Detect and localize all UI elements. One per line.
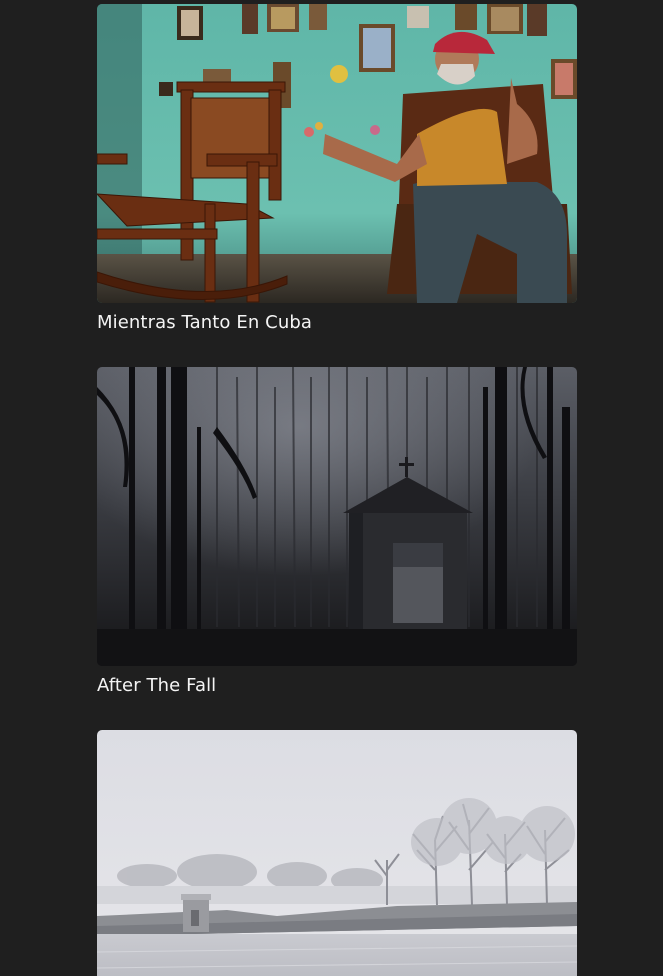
old-man-in-rocking-chair-photo [97,4,577,303]
frosty-field-trees-photo [97,730,577,976]
project-thumbnail[interactable] [97,4,577,303]
burnt-forest-chapel-photo [97,367,577,666]
project-card[interactable]: After The Fall [97,367,577,697]
project-title[interactable]: After The Fall [97,675,577,697]
project-thumbnail[interactable] [97,367,577,666]
project-title[interactable]: Mientras Tanto En Cuba [97,312,577,334]
project-thumbnail[interactable] [97,730,577,976]
project-card[interactable]: Mientras Tanto En Cuba [97,4,577,334]
project-feed: Mientras Tanto En Cuba After The Fall [0,0,663,976]
project-card[interactable] [97,730,577,976]
